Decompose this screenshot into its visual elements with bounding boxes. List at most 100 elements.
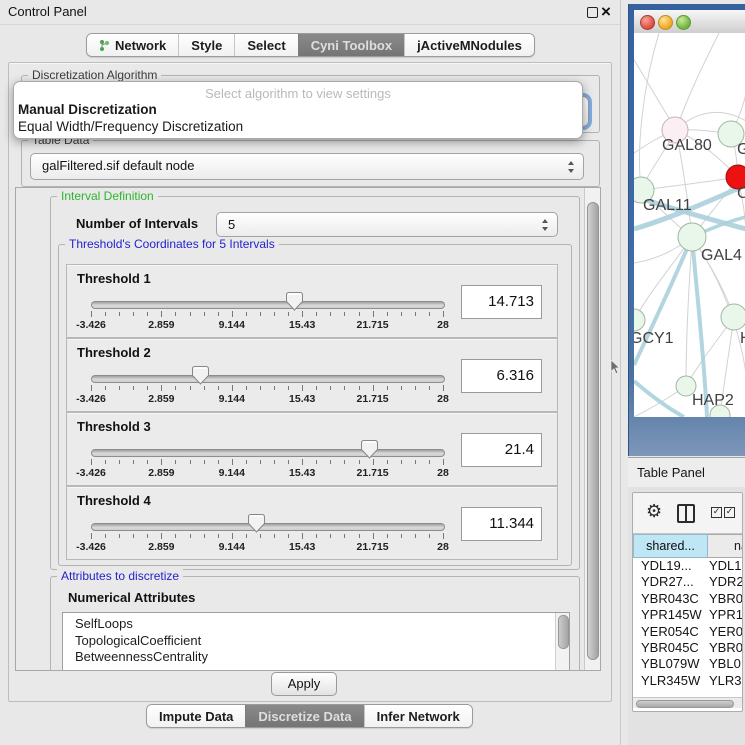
cell-name[interactable]: YBR0 <box>709 640 742 655</box>
checkbox-icon[interactable]: ✓ <box>711 507 722 518</box>
network-node[interactable] <box>634 309 645 331</box>
apply-button[interactable]: Apply <box>271 672 337 696</box>
mode-tab-infer-network[interactable]: Infer Network <box>364 705 472 727</box>
slider-tick-label: -3.426 <box>61 467 121 479</box>
cell-name[interactable]: YBL0 <box>709 656 741 671</box>
table-row[interactable]: YER054C YER0 <box>633 624 742 640</box>
slider-tick <box>344 460 345 464</box>
cell-name[interactable]: YLR3 <box>709 673 742 688</box>
cell-shared-name[interactable]: YBR045C <box>641 640 699 655</box>
algorithm-option-equal-width[interactable]: Equal Width/Frequency Discretization <box>18 118 578 135</box>
float-window-icon[interactable] <box>587 7 598 18</box>
attribute-item-selfloops[interactable]: SelfLoops <box>63 616 569 633</box>
algorithm-option-manual[interactable]: Manual Discretization <box>18 101 578 118</box>
network-canvas[interactable]: GAL80GACGAL11GAL4GCY1HHAP2 <box>634 33 745 417</box>
threshold-slider-track[interactable] <box>91 523 445 531</box>
split-columns-icon[interactable] <box>677 504 695 523</box>
table-row[interactable]: YDL19... YDL1 <box>633 558 742 574</box>
cell-shared-name[interactable]: YBL079W <box>641 656 700 671</box>
cell-shared-name[interactable]: YER054C <box>641 624 699 639</box>
close-window-button[interactable] <box>640 15 655 30</box>
slider-tick <box>246 460 247 464</box>
tab-jactivemnodules[interactable]: jActiveMNodules <box>404 34 534 56</box>
network-node[interactable] <box>721 304 745 330</box>
network-graph[interactable]: GAL80GACGAL11GAL4GCY1HHAP2 <box>634 33 745 417</box>
tab-cyni-toolbox[interactable]: Cyni Toolbox <box>298 34 404 56</box>
threshold-slider-handle[interactable] <box>286 292 303 311</box>
threshold-label: Threshold 2 <box>77 345 151 360</box>
settings-gear-icon[interactable]: ⚙ <box>646 501 662 522</box>
threshold-slider-handle[interactable] <box>248 514 265 533</box>
number-of-intervals-spinner[interactable]: 5 <box>216 212 558 237</box>
pane-scrollbar[interactable] <box>584 188 600 670</box>
table-row[interactable]: YPR145W YPR1 <box>633 607 742 623</box>
network-window-frame[interactable]: GAL80GACGAL11GAL4GCY1HHAP2 <box>628 4 745 456</box>
thresholds-group-title: Threshold's Coordinates for 5 Intervals <box>65 237 279 251</box>
tab-select[interactable]: Select <box>234 34 297 56</box>
updown-arrows-icon <box>542 219 549 231</box>
slider-tick <box>175 312 176 316</box>
table-hscrollbar-thumb[interactable] <box>636 700 734 709</box>
close-icon[interactable]: × <box>601 0 611 24</box>
slider-tick <box>443 459 444 465</box>
slider-tick <box>204 460 205 464</box>
table-hscrollbar[interactable] <box>633 697 742 708</box>
threshold-value-field[interactable]: 11.344 <box>461 507 542 541</box>
cell-shared-name[interactable]: YBR043C <box>641 591 699 606</box>
column-header-name[interactable]: na <box>708 534 742 558</box>
cell-shared-name[interactable]: YDR27... <box>641 574 694 589</box>
cell-shared-name[interactable]: YIL052C <box>641 689 692 690</box>
tab-style[interactable]: Style <box>178 34 234 56</box>
threshold-value-field[interactable]: 6.316 <box>461 359 542 393</box>
threshold-value-field[interactable]: 21.4 <box>461 433 542 467</box>
slider-tick <box>91 459 92 465</box>
threshold-slider-track[interactable] <box>91 449 445 457</box>
table-row[interactable]: YLR345W YLR3 <box>633 673 742 689</box>
threshold-slider-handle[interactable] <box>192 366 209 385</box>
slider-tick <box>330 312 331 316</box>
threshold-slider-track[interactable] <box>91 375 445 383</box>
cell-shared-name[interactable]: YDL19... <box>641 558 692 573</box>
table-row[interactable]: YBR043C YBR0 <box>633 591 742 607</box>
slider-tick <box>274 386 275 390</box>
table-row[interactable]: YIL052C YIL0 <box>633 689 742 690</box>
column-header-shared-name[interactable]: shared... <box>633 534 708 558</box>
cell-name[interactable]: YER0 <box>709 624 742 639</box>
threshold-value-field[interactable]: 14.713 <box>461 285 542 319</box>
cell-name[interactable]: YPR1 <box>709 607 742 622</box>
interval-definition-group-title: Interval Definition <box>57 189 158 203</box>
table-row[interactable]: YBL079W YBL0 <box>633 656 742 672</box>
minimize-window-button[interactable] <box>658 15 673 30</box>
slider-tick <box>147 460 148 464</box>
tab-label: jActiveMNodules <box>417 38 522 53</box>
attributes-group-title: Attributes to discretize <box>57 569 183 583</box>
network-edge <box>640 33 659 190</box>
slider-tick <box>443 385 444 391</box>
threshold-slider-track[interactable] <box>91 301 445 309</box>
slider-tick-label: 9.144 <box>202 541 262 553</box>
attribute-item-betweennesscentrality[interactable]: BetweennessCentrality <box>63 649 569 666</box>
zoom-window-button[interactable] <box>676 15 691 30</box>
checkbox-icon[interactable]: ✓ <box>724 507 735 518</box>
cell-shared-name[interactable]: YPR145W <box>641 607 702 622</box>
table-row[interactable]: YBR045C YBR0 <box>633 640 742 656</box>
slider-tick <box>260 312 261 316</box>
slider-tick <box>344 312 345 316</box>
attribute-item-topologicalcoefficient[interactable]: TopologicalCoefficient <box>63 633 569 650</box>
pane-scrollbar-thumb[interactable] <box>587 202 599 660</box>
cell-name[interactable]: YDL1 <box>709 558 742 573</box>
app-root: { "control_panel": { "title": "Control P… <box>0 0 745 745</box>
cell-name[interactable]: YIL0 <box>709 689 736 690</box>
mode-tab-impute-data[interactable]: Impute Data <box>147 705 245 727</box>
slider-tick-label: 28 <box>413 467 473 479</box>
slider-tick-label: 28 <box>413 393 473 405</box>
table-row[interactable]: YDR27... YDR2 <box>633 574 742 590</box>
threshold-slider-handle[interactable] <box>361 440 378 459</box>
cell-name[interactable]: YBR0 <box>709 591 742 606</box>
network-window-titlebar[interactable] <box>634 10 745 34</box>
cell-shared-name[interactable]: YLR345W <box>641 673 700 688</box>
table-data-combobox[interactable]: galFiltered.sif default node <box>30 153 584 180</box>
mode-tab-discretize-data[interactable]: Discretize Data <box>245 705 363 727</box>
tab-network[interactable]: Network <box>87 34 178 56</box>
cell-name[interactable]: YDR2 <box>709 574 742 589</box>
